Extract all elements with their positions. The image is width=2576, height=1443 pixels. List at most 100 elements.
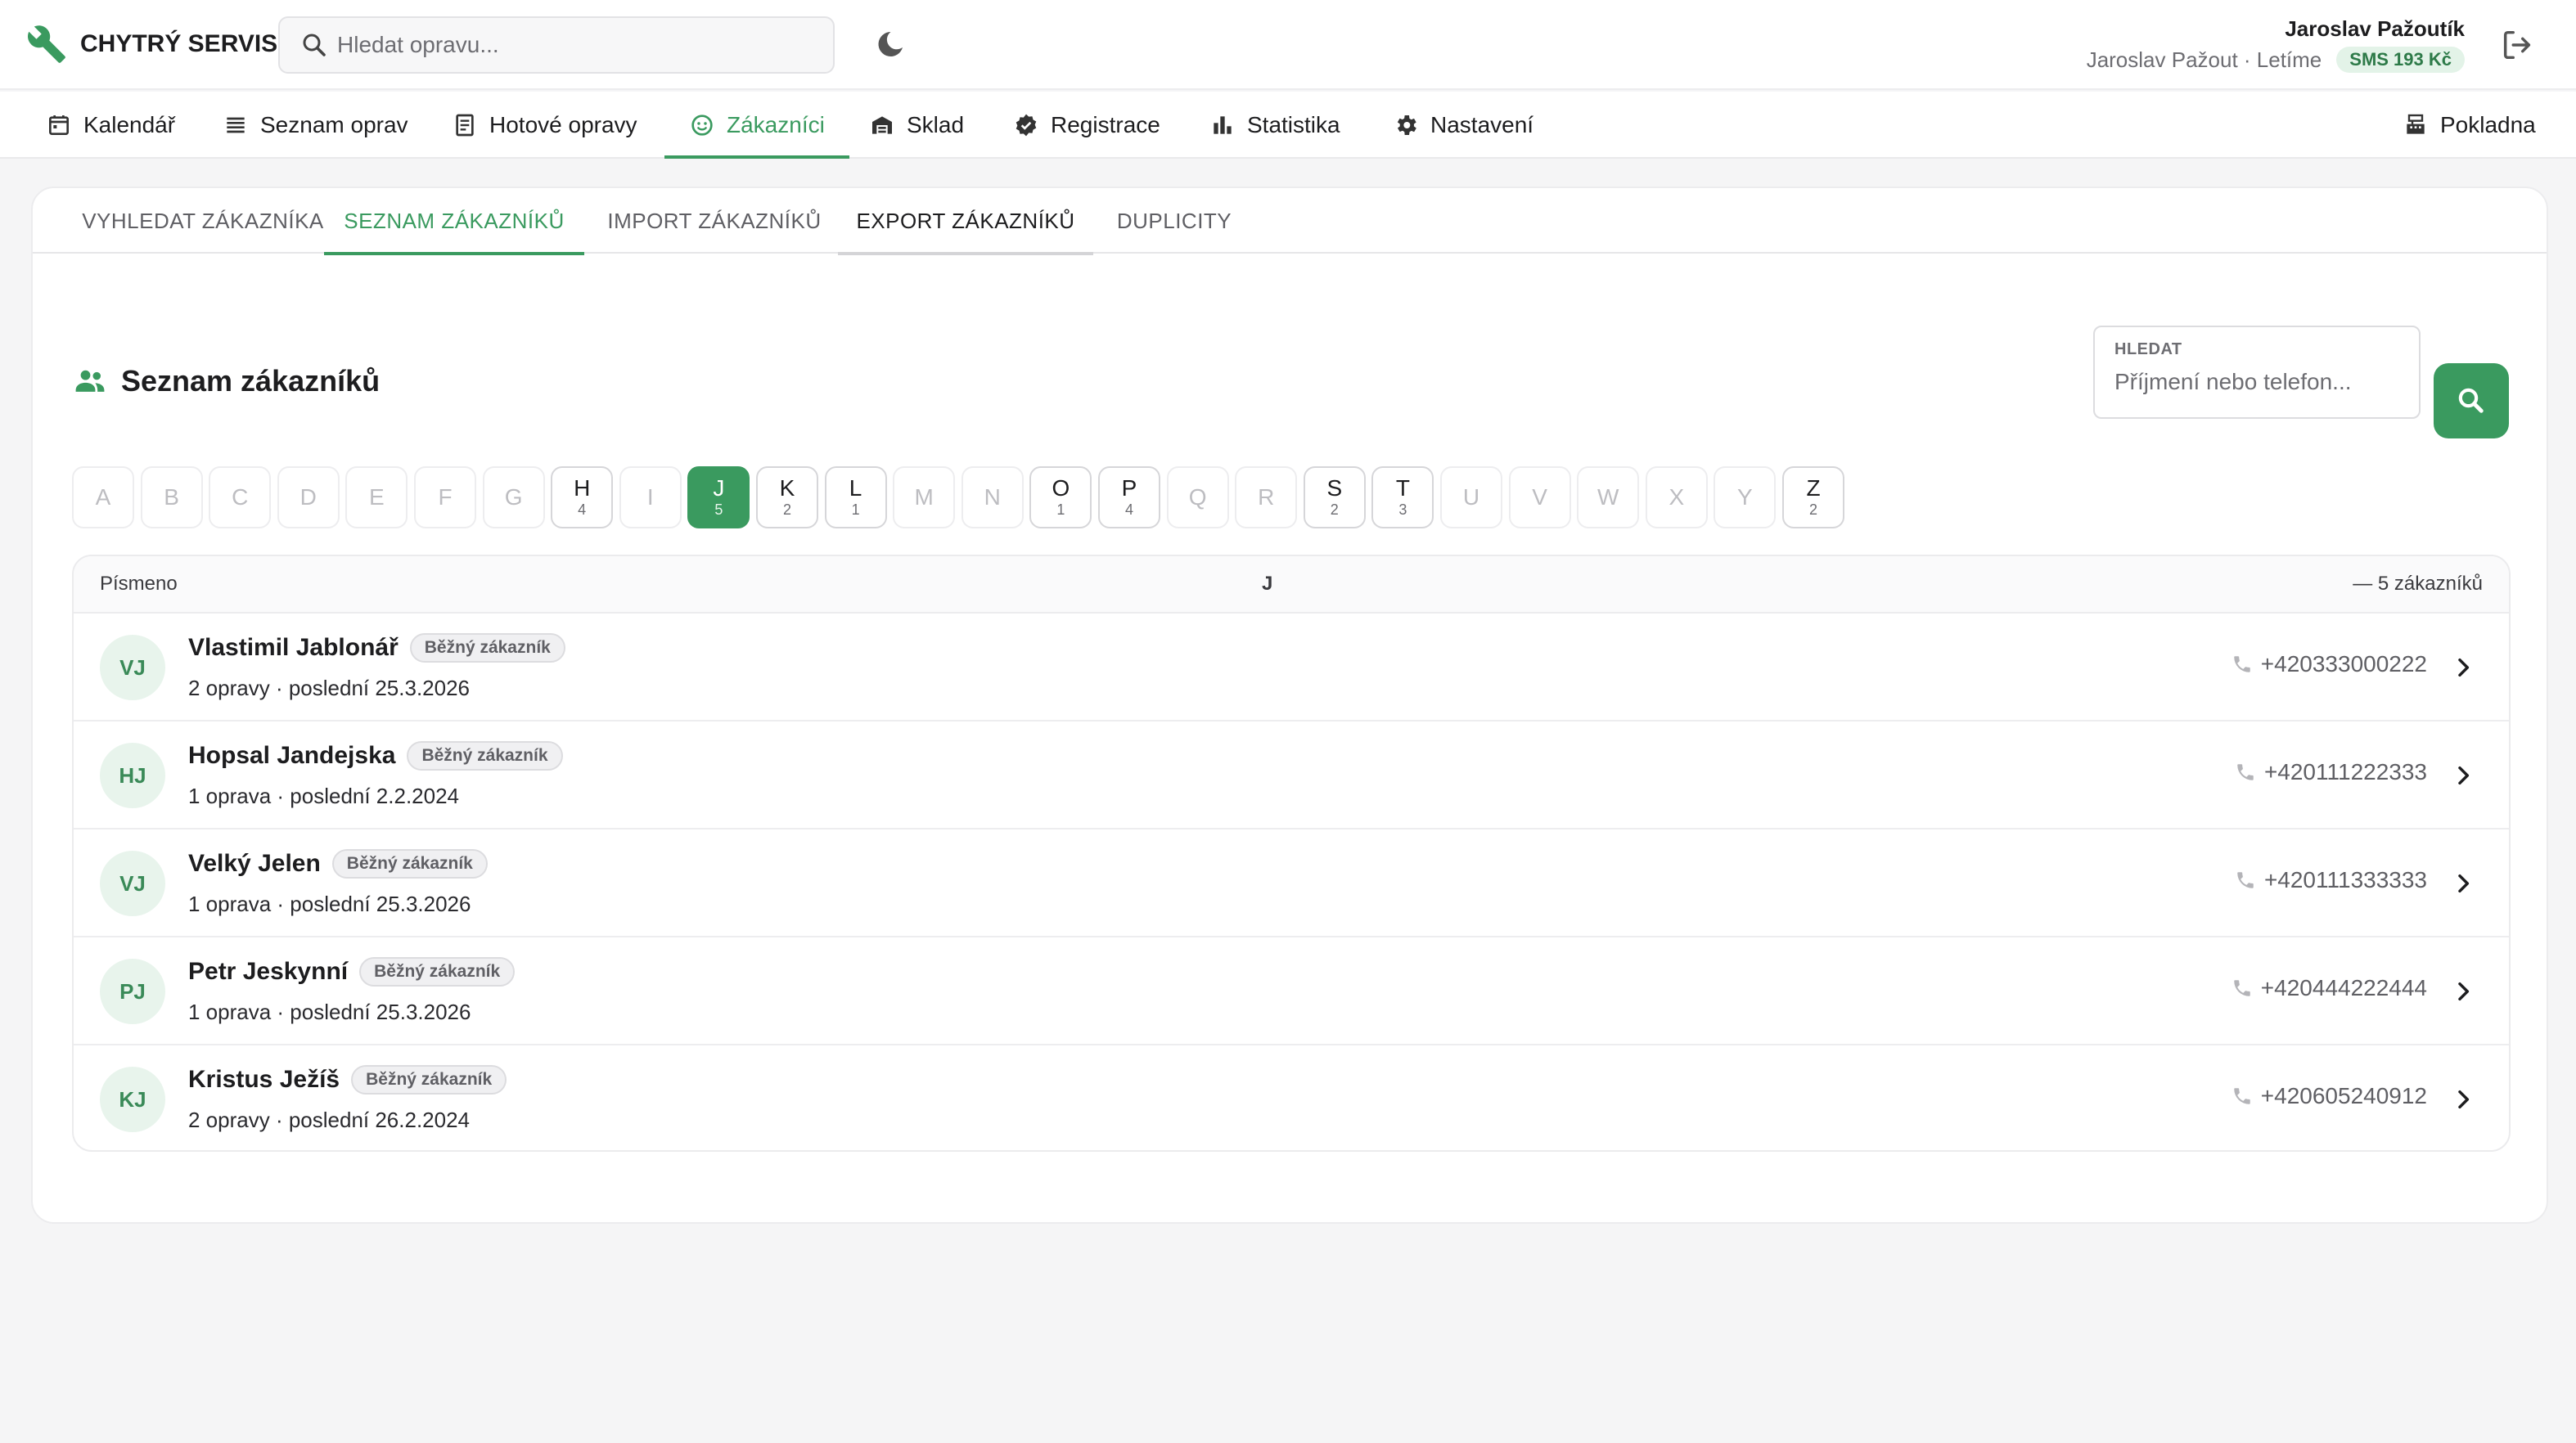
letter-filter-l[interactable]: L1: [824, 466, 887, 528]
letter-filter-i[interactable]: I: [619, 466, 682, 528]
letter-char: H: [574, 475, 591, 501]
letter-filter-k[interactable]: K2: [756, 466, 818, 528]
letter-char: Z: [1806, 475, 1821, 501]
letter-char: N: [984, 484, 1001, 510]
letter-char: V: [1532, 484, 1547, 510]
letter-char: J: [713, 475, 725, 501]
letter-filter-z[interactable]: Z2: [1782, 466, 1844, 528]
nav-label: Registrace: [1051, 112, 1160, 137]
nav-label: Kalendář: [83, 112, 176, 137]
tab-import-customers[interactable]: IMPORT ZÁKAZNÍKŮ: [596, 188, 833, 254]
wrench-icon: [27, 25, 65, 63]
customer-phone[interactable]: +420111333333: [2235, 867, 2427, 893]
nav-item-warehouse[interactable]: Sklad: [869, 92, 964, 159]
letter-filter-s[interactable]: S2: [1303, 466, 1366, 528]
letter-filter-o[interactable]: O1: [1029, 466, 1092, 528]
letter-filter-f[interactable]: F: [414, 466, 476, 528]
customer-phone-number: +420111222333: [2263, 759, 2427, 784]
letter-filter-m[interactable]: M: [893, 466, 956, 528]
phone-icon: [2234, 1088, 2250, 1104]
nav-item-customers[interactable]: Zákazníci: [664, 92, 849, 159]
letter-filter-d[interactable]: D: [277, 466, 340, 528]
letter-filter-r[interactable]: R: [1235, 466, 1298, 528]
tab-find-customer[interactable]: VYHLEDAT ZÁKAZNÍKA: [72, 188, 334, 254]
letter-filter-u[interactable]: U: [1440, 466, 1502, 528]
tab-export-customers[interactable]: EXPORT ZÁKAZNÍKŮ: [838, 188, 1093, 255]
customer-row[interactable]: VJ Velký Jelen Běžný zákazník 1 oprava · po…: [74, 829, 2509, 937]
customer-search-field[interactable]: HLEDAT: [2093, 326, 2421, 419]
nav-item-registration[interactable]: Registrace: [1013, 92, 1160, 159]
chevron-right-icon[interactable]: [2450, 870, 2476, 897]
customer-search-input[interactable]: [2114, 369, 2401, 395]
user-company: Jaroslav Pažout · Letíme: [2086, 47, 2322, 72]
letter-filter-a[interactable]: A: [72, 466, 134, 528]
letter-filter-b[interactable]: B: [140, 466, 203, 528]
user-info: Jaroslav Pažoutík Jaroslav Pažout · Letí…: [2087, 16, 2465, 73]
letter-char: S: [1326, 475, 1343, 501]
nav-item-calendar[interactable]: Kalendář: [46, 92, 175, 159]
bar-chart-icon: [1214, 116, 1232, 134]
letter-count: 5: [714, 501, 723, 518]
customer-row[interactable]: VJ Vlastimil Jablonář Běžný zákazník 2 opra…: [74, 614, 2509, 722]
chevron-right-icon[interactable]: [2450, 762, 2476, 789]
customer-name: Velký Jelen: [188, 850, 321, 877]
letter-filter-v[interactable]: V: [1508, 466, 1571, 528]
customer-type-badge: Běžný zákazník: [407, 741, 563, 771]
sms-credit-badge: SMS 193 Kč: [2336, 47, 2465, 73]
customer-name-line: Velký Jelen Běžný zákazník: [188, 849, 488, 879]
customer-phone[interactable]: +420111222333: [2235, 759, 2427, 785]
brand[interactable]: CHYTRÝ SERVIS: [26, 23, 277, 65]
phone-icon: [2237, 872, 2254, 888]
letter-char: L: [849, 475, 862, 501]
customer-row[interactable]: PJ Petr Jeskynní Běžný zákazník 1 oprava · …: [74, 937, 2509, 1045]
customer-repairs-info: 1 oprava · poslední 2.2.2024: [188, 784, 460, 808]
letter-filter-p[interactable]: P4: [1098, 466, 1160, 528]
letter-filter-g[interactable]: G: [482, 466, 545, 528]
chevron-right-icon[interactable]: [2450, 654, 2476, 681]
customer-phone[interactable]: +420605240912: [2231, 1083, 2427, 1109]
letter-filter-x[interactable]: X: [1645, 466, 1708, 528]
letter-count: 4: [1124, 501, 1133, 518]
letter-filter-h[interactable]: H4: [551, 466, 614, 528]
letter-count: 4: [578, 501, 587, 518]
customer-phone[interactable]: +420333000222: [2231, 651, 2427, 677]
moon-icon[interactable]: [874, 28, 907, 61]
top-bar: CHYTRÝ SERVIS Jaroslav Pažoutík Jaroslav…: [0, 0, 2576, 90]
list-header-letter: J: [1262, 573, 1273, 595]
customer-row[interactable]: HJ Hopsal Jandejska Běžný zákazník 1 oprava…: [74, 722, 2509, 829]
letter-char: U: [1462, 484, 1480, 510]
letter-char: W: [1596, 484, 1619, 510]
chevron-right-icon[interactable]: [2450, 1086, 2476, 1113]
repair-search-input[interactable]: [337, 32, 812, 58]
user-subline: Jaroslav Pažout · Letíme SMS 193 Kč: [2087, 47, 2465, 73]
letter-filter-t[interactable]: T3: [1371, 466, 1434, 528]
tab-duplicates[interactable]: DUPLICITY: [1105, 188, 1244, 254]
customer-phone[interactable]: +420444222444: [2231, 975, 2427, 1001]
customer-search-label: HLEDAT: [2114, 340, 2182, 358]
letter-filter-c[interactable]: C: [209, 466, 272, 528]
letter-filter-w[interactable]: W: [1577, 466, 1640, 528]
letter-char: B: [164, 484, 179, 510]
document-icon: [456, 114, 474, 137]
tab-customer-list[interactable]: SEZNAM ZÁKAZNÍKŮ: [324, 188, 584, 255]
letter-filter-q[interactable]: Q: [1166, 466, 1229, 528]
verified-icon: [1016, 114, 1037, 137]
logout-icon[interactable]: [2499, 26, 2537, 64]
nav-item-finished-repairs[interactable]: Hotové opravy: [452, 92, 637, 159]
letter-char: Y: [1737, 484, 1753, 510]
letter-filter-n[interactable]: N: [961, 466, 1024, 528]
customer-row[interactable]: KJ Kristus Ježíš Běžný zákazník 2 opravy · …: [74, 1045, 2509, 1150]
letter-filter-y[interactable]: Y: [1714, 466, 1777, 528]
letter-count: 1: [1056, 501, 1065, 518]
letter-char: F: [438, 484, 453, 510]
letter-filter-j[interactable]: J5: [687, 466, 750, 528]
repair-search[interactable]: [278, 16, 835, 74]
letter-filter-e[interactable]: E: [345, 466, 408, 528]
nav-item-cash-register[interactable]: Pokladna: [2403, 92, 2536, 159]
customer-search-button[interactable]: [2434, 363, 2509, 438]
chevron-right-icon[interactable]: [2450, 978, 2476, 1005]
nav-item-statistics[interactable]: Statistika: [1209, 92, 1340, 159]
list-icon: [227, 117, 245, 133]
nav-item-settings[interactable]: Nastavení: [1393, 92, 1533, 159]
nav-item-repairs[interactable]: Seznam oprav: [223, 92, 408, 159]
